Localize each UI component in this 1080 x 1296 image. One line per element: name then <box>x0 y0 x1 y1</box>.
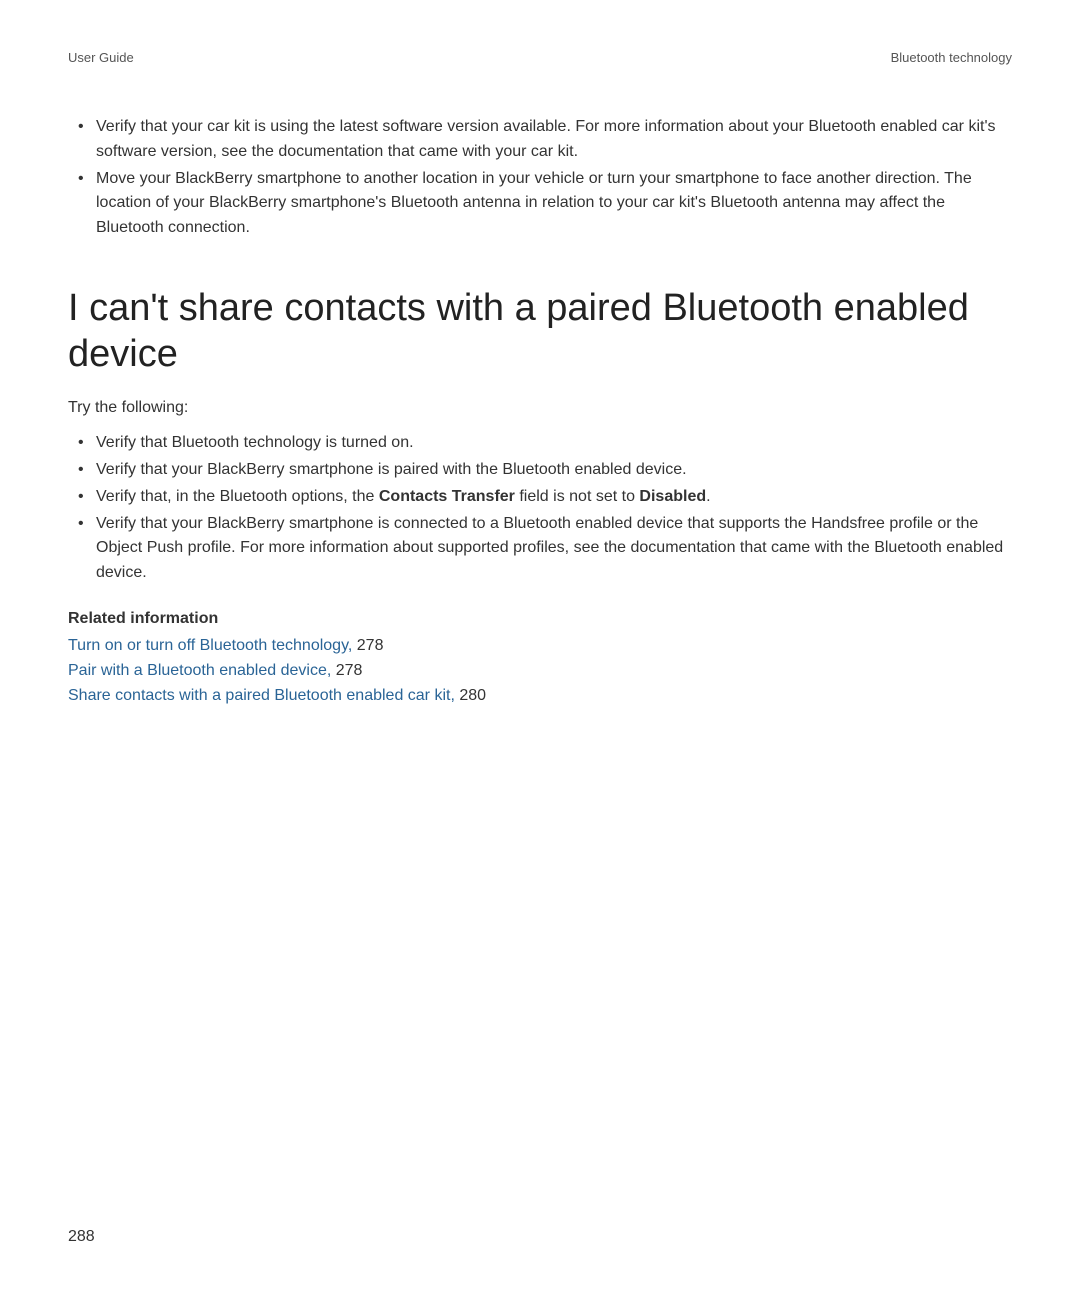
list-item: Verify that your BlackBerry smartphone i… <box>68 458 1012 483</box>
related-page-number: 280 <box>459 687 486 704</box>
related-link-row: Turn on or turn off Bluetooth technology… <box>68 634 1012 659</box>
related-page-number: 278 <box>336 662 363 679</box>
related-links-list: Turn on or turn off Bluetooth technology… <box>68 634 1012 708</box>
page-number: 288 <box>68 1228 95 1246</box>
related-page-number: 278 <box>357 637 384 654</box>
bold-text: Contacts Transfer <box>379 488 515 505</box>
header-right: Bluetooth technology <box>891 50 1012 65</box>
list-item: Verify that, in the Bluetooth options, t… <box>68 485 1012 510</box>
list-item: Verify that your car kit is using the la… <box>68 115 1012 165</box>
related-link[interactable]: Pair with a Bluetooth enabled device, <box>68 662 331 679</box>
list-item: Verify that your BlackBerry smartphone i… <box>68 512 1012 586</box>
intro-text: Try the following: <box>68 399 1012 417</box>
list-item: Move your BlackBerry smartphone to anoth… <box>68 167 1012 241</box>
list-item: Verify that Bluetooth technology is turn… <box>68 431 1012 456</box>
header-left: User Guide <box>68 50 134 65</box>
text-segment: . <box>706 488 710 505</box>
section-heading: I can't share contacts with a paired Blu… <box>68 286 1012 377</box>
text-segment: Verify that, in the Bluetooth options, t… <box>96 488 379 505</box>
related-link-row: Pair with a Bluetooth enabled device, 27… <box>68 659 1012 684</box>
related-link[interactable]: Share contacts with a paired Bluetooth e… <box>68 687 455 704</box>
related-link-row: Share contacts with a paired Bluetooth e… <box>68 684 1012 709</box>
related-link[interactable]: Turn on or turn off Bluetooth technology… <box>68 637 352 654</box>
text-segment: field is not set to <box>515 488 640 505</box>
bold-text: Disabled <box>639 488 706 505</box>
related-info-heading: Related information <box>68 610 1012 628</box>
top-bullet-list: Verify that your car kit is using the la… <box>68 115 1012 241</box>
steps-list: Verify that Bluetooth technology is turn… <box>68 431 1012 586</box>
